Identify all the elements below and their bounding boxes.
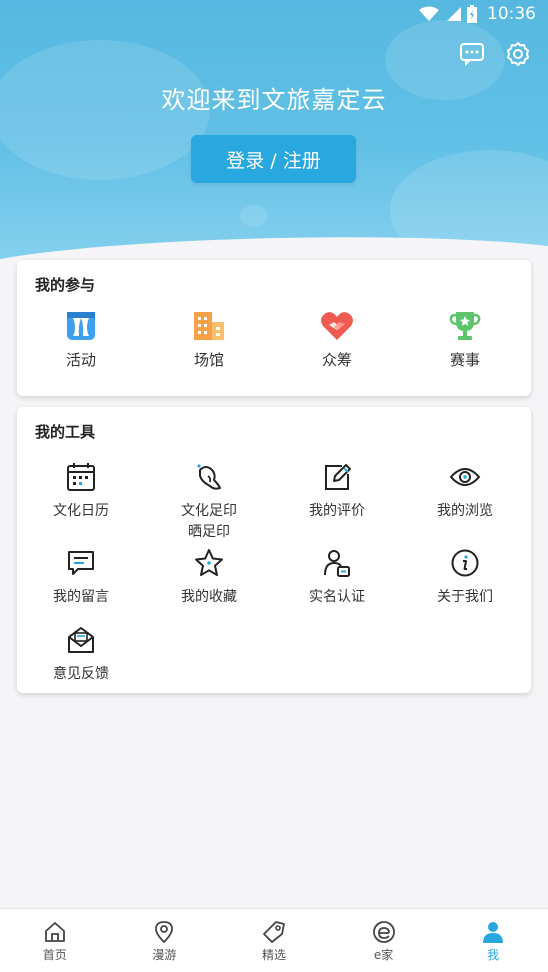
nav-label: 我 xyxy=(487,948,500,962)
person-icon xyxy=(483,922,504,943)
participation-label: 场馆 xyxy=(193,351,224,369)
tool-label: 我的留言 xyxy=(53,589,109,605)
footprint-icon xyxy=(191,459,227,495)
eye-icon xyxy=(447,459,483,495)
e-home-icon xyxy=(372,921,395,943)
participation-item-crowdfunding[interactable]: 众筹 xyxy=(273,308,401,371)
tool-item-about[interactable]: 关于我们 xyxy=(401,545,529,608)
participation-item-competition[interactable]: 赛事 xyxy=(401,308,529,371)
bottom-navigation: 首页 漫游 精选 e家 我 xyxy=(0,908,548,972)
signal-icon xyxy=(447,7,461,21)
participation-label: 赛事 xyxy=(449,351,480,369)
nav-item-home[interactable]: 首页 xyxy=(0,909,110,972)
nav-item-roam[interactable]: 漫游 xyxy=(110,909,220,972)
calendar-icon xyxy=(63,459,99,495)
verify-icon xyxy=(319,545,355,581)
tool-item-footprint[interactable]: 文化足印 晒足印 xyxy=(145,459,273,543)
tag-icon xyxy=(263,921,285,943)
tool-item-review[interactable]: 我的评价 xyxy=(273,459,401,543)
tool-label: 实名认证 xyxy=(309,589,365,605)
participation-item-venue[interactable]: 场馆 xyxy=(145,308,273,371)
tool-label: 文化足印 晒足印 xyxy=(181,503,237,540)
review-icon xyxy=(319,459,355,495)
nav-label: 漫游 xyxy=(152,948,177,962)
tools-card: 我的工具 文化日历 文化足印 晒足印 我的评价 我的浏览 我的留言 我的收藏 实… xyxy=(17,407,531,693)
venue-icon xyxy=(191,308,227,344)
crowdfunding-icon xyxy=(319,308,355,344)
tool-label: 关于我们 xyxy=(437,589,493,605)
activity-icon xyxy=(63,308,99,344)
tool-item-message[interactable]: 我的留言 xyxy=(17,545,145,608)
tool-item-browse[interactable]: 我的浏览 xyxy=(401,459,529,543)
chat-icon[interactable] xyxy=(458,40,486,68)
participation-label: 众筹 xyxy=(321,351,352,369)
tool-label: 意见反馈 xyxy=(53,666,109,682)
message-icon xyxy=(63,545,99,581)
nav-label: 首页 xyxy=(42,948,67,962)
tool-label: 我的浏览 xyxy=(437,503,493,519)
nav-label: e家 xyxy=(373,948,394,962)
tool-item-feedback[interactable]: 意见反馈 xyxy=(17,622,145,685)
participation-card: 我的参与 活动 场馆 众筹 赛事 xyxy=(17,260,531,396)
nav-item-ehome[interactable]: e家 xyxy=(329,909,439,972)
tool-label: 我的评价 xyxy=(309,503,365,519)
welcome-title: 欢迎来到文旅嘉定云 xyxy=(161,86,387,114)
tools-title: 我的工具 xyxy=(35,423,96,441)
wifi-icon xyxy=(419,6,439,21)
login-register-button[interactable]: 登录 / 注册 xyxy=(191,135,356,183)
star-icon xyxy=(191,545,227,581)
trophy-icon xyxy=(447,308,483,344)
tool-label: 我的收藏 xyxy=(181,589,237,605)
tool-item-favorites[interactable]: 我的收藏 xyxy=(145,545,273,608)
status-bar: 10:36 xyxy=(0,0,548,28)
battery-icon xyxy=(467,5,477,23)
info-icon xyxy=(447,545,483,581)
tool-item-verify[interactable]: 实名认证 xyxy=(273,545,401,608)
participation-label: 活动 xyxy=(65,351,96,369)
tool-item-calendar[interactable]: 文化日历 xyxy=(17,459,145,543)
feedback-icon xyxy=(63,622,99,658)
nav-item-me[interactable]: 我 xyxy=(438,909,548,972)
location-icon xyxy=(155,921,174,944)
participation-title: 我的参与 xyxy=(35,276,96,294)
participation-item-activity[interactable]: 活动 xyxy=(17,308,145,371)
nav-item-featured[interactable]: 精选 xyxy=(219,909,329,972)
tool-label: 文化日历 xyxy=(53,503,109,519)
nav-label: 精选 xyxy=(261,948,286,962)
home-icon xyxy=(44,922,65,942)
settings-icon[interactable] xyxy=(504,40,532,68)
status-time: 10:36 xyxy=(487,4,536,24)
profile-header: 10:36 欢迎来到文旅嘉定云 登录 / 注册 xyxy=(0,0,548,262)
